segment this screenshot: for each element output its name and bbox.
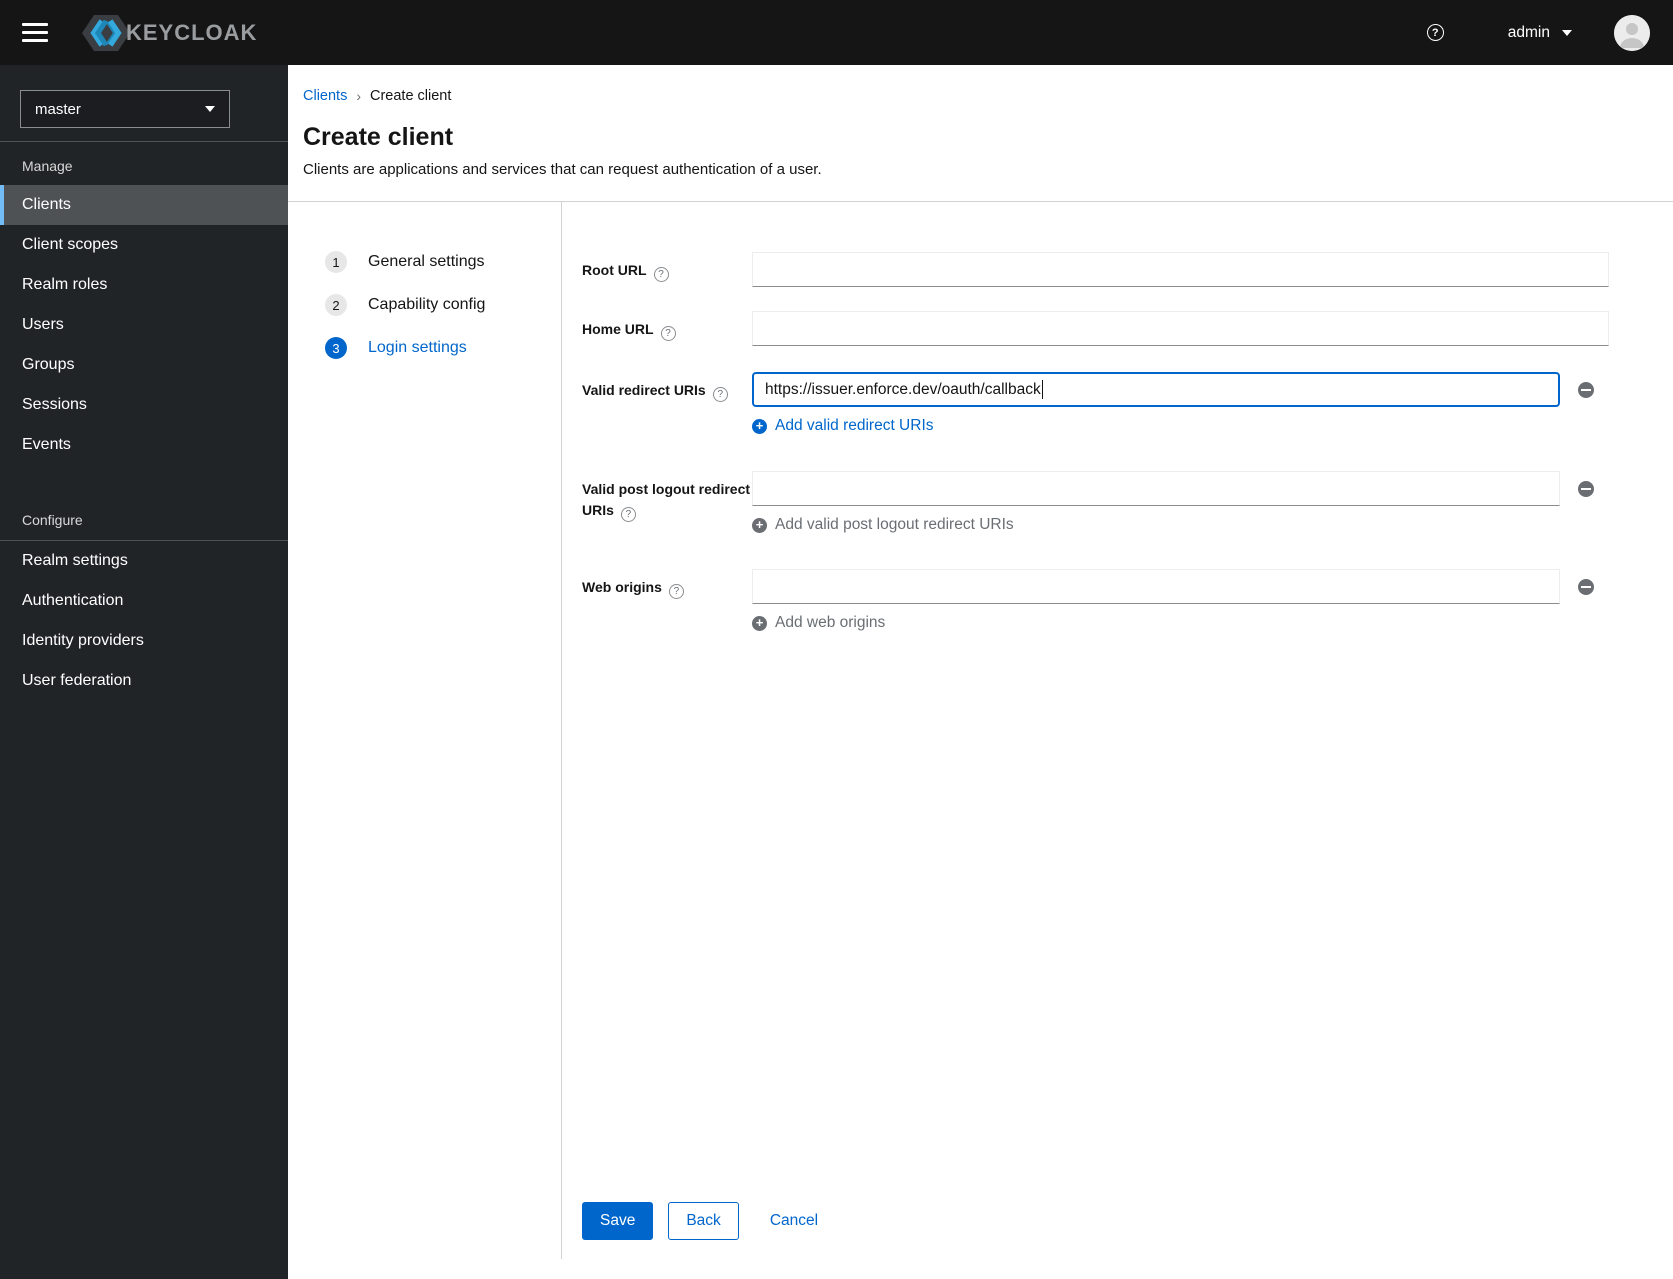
valid-post-logout-redirect-uris-input[interactable] <box>752 471 1560 506</box>
sidebar-item-realm-settings[interactable]: Realm settings <box>0 541 288 581</box>
save-button[interactable]: Save <box>582 1202 654 1240</box>
step-label: General settings <box>368 253 485 270</box>
sidebar-item-user-federation[interactable]: User federation <box>0 661 288 701</box>
root-url-row: Root URL? <box>582 252 1609 287</box>
root-url-label: Root URL? <box>582 252 752 287</box>
page-description: Clients are applications and services th… <box>303 161 822 178</box>
sidebar-item-realm-roles[interactable]: Realm roles <box>0 265 288 305</box>
realm-selector-value: master <box>35 100 81 118</box>
valid-post-logout-redirect-uris-row: Valid post logout redirect URIs? + Add v… <box>582 471 1609 534</box>
home-url-label: Home URL? <box>582 311 752 346</box>
keycloak-logo-icon <box>80 11 132 55</box>
home-url-row: Home URL? <box>582 311 1609 346</box>
web-origins-input[interactable] <box>752 569 1560 604</box>
plus-circle-icon: + <box>752 418 767 434</box>
step-number: 1 <box>325 251 347 273</box>
step-label: Capability config <box>368 296 486 313</box>
user-dropdown[interactable]: admin <box>1508 24 1572 42</box>
root-url-input[interactable] <box>752 252 1609 287</box>
valid-redirect-uris-row: Valid redirect URIs? https://issuer.enfo… <box>582 372 1609 435</box>
help-icon[interactable]: ? <box>712 387 728 402</box>
sidebar-item-groups[interactable]: Groups <box>0 345 288 385</box>
plus-circle-icon: + <box>752 615 767 631</box>
cancel-button[interactable]: Cancel <box>770 1202 818 1240</box>
add-valid-post-logout-redirect-uris-button[interactable]: + Add valid post logout redirect URIs <box>752 516 1609 534</box>
masthead: KEYCLOAK ? admin <box>0 0 1673 65</box>
add-web-origins-button[interactable]: + Add web origins <box>752 614 1609 632</box>
sidebar-item-clients[interactable]: Clients <box>0 185 288 225</box>
valid-redirect-uris-value: https://issuer.enforce.dev/oauth/callbac… <box>765 380 1041 398</box>
web-origins-label: Web origins? <box>582 569 752 632</box>
plus-circle-icon: + <box>752 517 767 533</box>
help-icon[interactable]: ? <box>653 267 669 282</box>
sidebar-item-events[interactable]: Events <box>0 425 288 465</box>
web-origins-row: Web origins? + Add web origins <box>582 569 1609 632</box>
help-icon[interactable]: ? <box>668 584 684 599</box>
manage-nav-list: Clients Client scopes Realm roles Users … <box>0 185 288 465</box>
nav-toggle-hamburger-icon[interactable] <box>22 23 48 42</box>
valid-redirect-uris-label: Valid redirect URIs? <box>582 372 752 435</box>
valid-post-logout-redirect-uris-label: Valid post logout redirect URIs? <box>582 481 751 522</box>
avatar[interactable] <box>1614 14 1650 51</box>
valid-redirect-uris-input[interactable]: https://issuer.enforce.dev/oauth/callbac… <box>752 372 1560 407</box>
configure-nav-list: Realm settings Authentication Identity p… <box>0 541 288 701</box>
wizard-step-login-settings[interactable]: 3 Login settings <box>325 337 561 359</box>
step-number: 3 <box>325 337 347 359</box>
sidebar-item-authentication[interactable]: Authentication <box>0 581 288 621</box>
breadcrumb-separator-icon: › <box>356 88 361 104</box>
step-label: Login settings <box>368 339 467 356</box>
wizard-step-general-settings[interactable]: 1 General settings <box>325 251 561 273</box>
keycloak-logo: KEYCLOAK <box>80 11 257 55</box>
wizard-nav: 1 General settings 2 Capability config 3… <box>288 202 561 1259</box>
sidebar-item-users[interactable]: Users <box>0 305 288 345</box>
nav-section-configure: Configure <box>22 512 83 528</box>
help-icon[interactable]: ? <box>660 326 676 341</box>
breadcrumb-current: Create client <box>370 88 452 104</box>
chevron-down-icon <box>205 106 215 112</box>
realm-selector[interactable]: master <box>20 90 230 128</box>
chevron-down-icon <box>1562 29 1572 36</box>
remove-post-logout-uri-button minus-circle-icon[interactable] <box>1578 480 1594 497</box>
remove-redirect-uri-button minus-circle-icon[interactable] <box>1578 381 1594 398</box>
page-title: Create client <box>303 123 454 151</box>
main-content: Clients › Create client Create client Cl… <box>288 65 1673 1279</box>
wizard-actions: Save Back Cancel <box>582 1202 1609 1240</box>
breadcrumb: Clients › Create client <box>303 88 1673 104</box>
breadcrumb-clients-link[interactable]: Clients <box>303 88 347 104</box>
text-cursor <box>1041 380 1044 399</box>
back-button[interactable]: Back <box>668 1202 739 1240</box>
page-header: Clients › Create client Create client Cl… <box>288 65 1673 202</box>
sidebar-item-client-scopes[interactable]: Client scopes <box>0 225 288 265</box>
nav-section-manage: Manage <box>22 158 73 174</box>
sidebar-item-identity-providers[interactable]: Identity providers <box>0 621 288 661</box>
help-icon[interactable]: ? <box>1426 24 1444 41</box>
sidebar: master Manage Clients Client scopes Real… <box>0 65 288 1279</box>
help-icon[interactable]: ? <box>620 507 636 522</box>
remove-web-origin-button minus-circle-icon[interactable] <box>1578 578 1594 595</box>
sidebar-item-sessions[interactable]: Sessions <box>0 385 288 425</box>
wizard-step-capability-config[interactable]: 2 Capability config <box>325 294 561 316</box>
brand-title: KEYCLOAK <box>126 19 258 45</box>
home-url-input[interactable] <box>752 311 1609 346</box>
login-settings-form: Root URL? Home URL? Valid redirect URIs? <box>561 202 1673 1259</box>
add-valid-redirect-uris-button[interactable]: + Add valid redirect URIs <box>752 417 1609 435</box>
user-name: admin <box>1507 23 1550 41</box>
step-number: 2 <box>325 294 347 316</box>
